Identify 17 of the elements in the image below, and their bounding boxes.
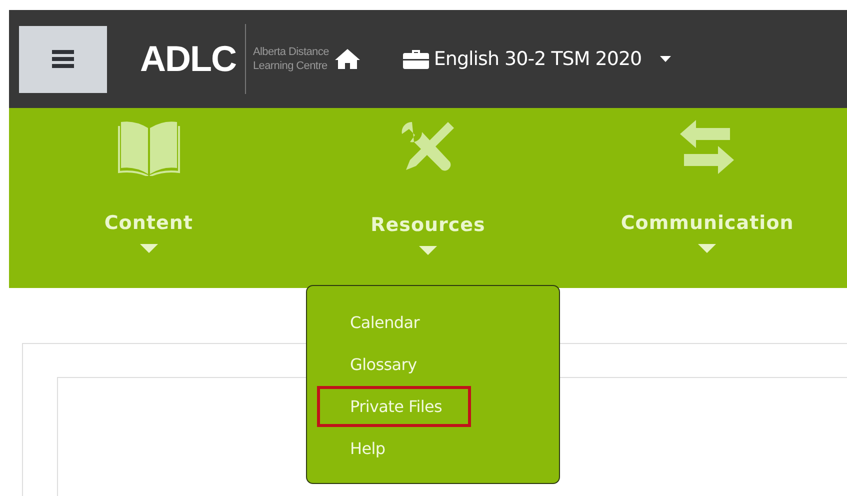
menu-icon xyxy=(52,50,74,68)
menu-item[interactable]: Private Files xyxy=(317,386,472,427)
caret-icon[interactable] xyxy=(660,56,671,62)
menu-item[interactable]: Glossary xyxy=(317,344,446,385)
briefcase-icon xyxy=(402,49,429,69)
menu-item[interactable]: Help xyxy=(317,428,414,469)
course-title[interactable]: English 30-2 TSM 2020 xyxy=(434,48,642,70)
home-icon[interactable] xyxy=(334,48,361,70)
nav-tab[interactable]: Resources xyxy=(370,214,486,236)
menu-button[interactable] xyxy=(19,26,107,92)
menu-item[interactable]: Calendar xyxy=(317,302,449,343)
logo-subtitle: Learning Centre xyxy=(252,59,328,73)
logo-subtitle: Alberta Distance xyxy=(252,45,329,59)
logo[interactable]: ADLC xyxy=(140,38,236,80)
exchange-arrows-icon[interactable] xyxy=(678,118,736,176)
nav-tab[interactable]: Communication xyxy=(620,212,794,234)
nav-tab[interactable]: Content xyxy=(104,212,193,234)
